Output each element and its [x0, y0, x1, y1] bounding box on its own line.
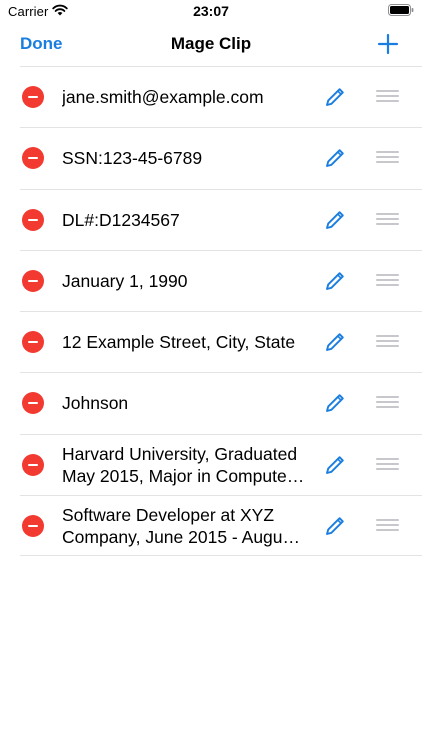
item-text: Harvard University, Graduated May 2015, …: [62, 443, 305, 486]
delete-button[interactable]: [22, 147, 44, 170]
battery-icon: [388, 4, 414, 16]
reorder-handle-icon[interactable]: [376, 335, 399, 348]
reorder-handle-icon[interactable]: [376, 396, 399, 409]
delete-button[interactable]: [22, 453, 44, 476]
pencil-icon[interactable]: [324, 209, 346, 231]
list-item[interactable]: January 1, 1990: [20, 249, 422, 311]
pencil-icon[interactable]: [324, 331, 346, 353]
delete-button[interactable]: [22, 208, 44, 231]
reorder-handle-icon[interactable]: [376, 90, 399, 103]
pencil-icon[interactable]: [324, 454, 346, 476]
list-item[interactable]: 12 Example Street, City, State: [20, 311, 422, 372]
item-text: January 1, 1990: [62, 270, 188, 291]
pencil-icon[interactable]: [324, 147, 346, 169]
delete-button[interactable]: [22, 331, 44, 353]
plus-icon[interactable]: [376, 32, 400, 56]
list-item[interactable]: DL#:D1234567: [20, 188, 422, 250]
pencil-icon[interactable]: [324, 86, 346, 108]
clip-list: jane.smith@example.com SSN:123-45-6789 D…: [20, 66, 422, 556]
list-item[interactable]: Harvard University, Graduated May 2015, …: [20, 433, 422, 495]
pencil-icon[interactable]: [324, 392, 346, 414]
item-text: jane.smith@example.com: [62, 87, 264, 107]
item-text: Software Developer at XYZ Company, June …: [62, 504, 301, 547]
status-bar: Carrier 23:07: [0, 0, 422, 22]
reorder-handle-icon[interactable]: [376, 151, 399, 164]
reorder-handle-icon[interactable]: [376, 518, 399, 532]
reorder-handle-icon[interactable]: [376, 212, 399, 226]
page-title: Mage Clip: [170, 34, 252, 53]
list-item[interactable]: SSN:123-45-6789: [20, 127, 422, 188]
list-item[interactable]: jane.smith@example.com: [20, 66, 422, 127]
item-text: 12 Example Street, City, State: [62, 332, 296, 352]
list-item[interactable]: Johnson: [20, 372, 422, 433]
list-item[interactable]: Software Developer at XYZ Company, June …: [20, 494, 422, 556]
pencil-icon[interactable]: [324, 270, 346, 292]
reorder-handle-icon[interactable]: [376, 273, 399, 287]
item-text: SSN:123-45-6789: [62, 148, 203, 169]
delete-button[interactable]: [22, 86, 44, 108]
delete-button[interactable]: [22, 269, 44, 292]
delete-button[interactable]: [22, 392, 44, 415]
item-text: DL#:D1234567: [62, 209, 180, 230]
item-text: Johnson: [62, 393, 129, 414]
delete-button[interactable]: [22, 514, 44, 537]
navigation-bar: Done Mage Clip: [0, 22, 422, 66]
reorder-handle-icon[interactable]: [376, 457, 399, 471]
status-time: 23:07: [193, 3, 229, 19]
pencil-icon[interactable]: [324, 515, 346, 537]
